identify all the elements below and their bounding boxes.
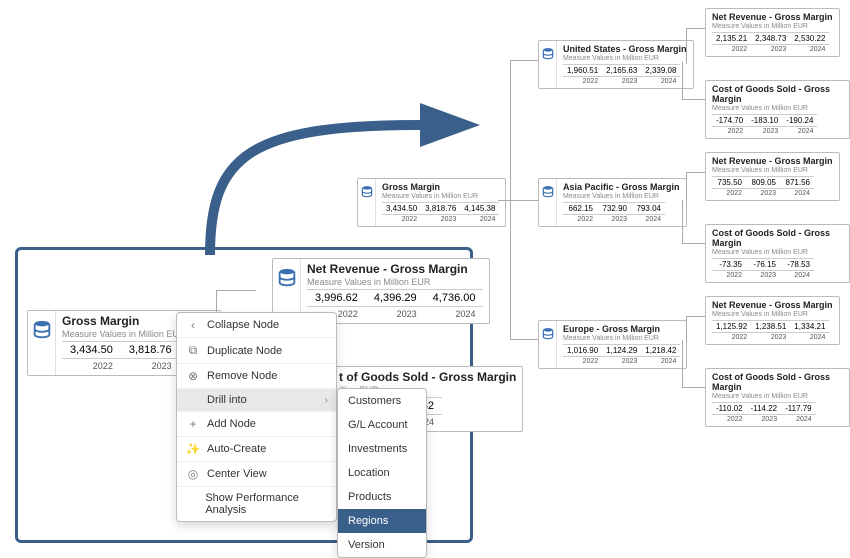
node-subtitle: Measure Values in Million EUR [307, 277, 483, 287]
drill-version[interactable]: Version [338, 533, 426, 557]
node-gross-margin-small[interactable]: Gross Margin Measure Values in Million E… [357, 178, 506, 227]
database-icon [358, 179, 376, 226]
database-icon [539, 321, 557, 368]
node-europe[interactable]: Europe - Gross Margin Measure Values in … [538, 320, 687, 369]
context-menu: ‹Collapse Node ⧉Duplicate Node ⊗Remove N… [176, 312, 337, 522]
drill-customers[interactable]: Customers [338, 389, 426, 413]
menu-center-view[interactable]: ◎Center View [177, 462, 336, 487]
chevron-left-icon: ‹ [185, 318, 201, 332]
menu-auto-create[interactable]: ✨Auto-Create [177, 437, 336, 462]
center-icon: ◎ [185, 467, 201, 481]
connector [510, 200, 538, 340]
remove-icon: ⊗ [185, 369, 201, 383]
chevron-right-icon: › [325, 395, 328, 406]
drill-location[interactable]: Location [338, 461, 426, 485]
menu-duplicate-node[interactable]: ⧉Duplicate Node [177, 338, 336, 364]
database-icon [539, 179, 557, 226]
node-us[interactable]: United States - Gross Margin Measure Val… [538, 40, 694, 89]
node-asia-cogs[interactable]: Cost of Goods Sold - Gross Margin Measur… [705, 224, 850, 283]
menu-drill-into[interactable]: Drill into› [177, 389, 336, 412]
connector [686, 172, 705, 202]
node-title: Net Revenue - Gross Margin [307, 262, 483, 276]
connector [686, 316, 705, 342]
drill-investments[interactable]: Investments [338, 437, 426, 461]
drill-gl-account[interactable]: G/L Account [338, 413, 426, 437]
node-us-nr[interactable]: Net Revenue - Gross Margin Measure Value… [705, 8, 840, 57]
database-icon [539, 41, 557, 88]
plus-icon: + [185, 417, 201, 431]
wand-icon: ✨ [185, 442, 201, 456]
node-asia[interactable]: Asia Pacific - Gross Margin Measure Valu… [538, 178, 687, 227]
menu-remove-node[interactable]: ⊗Remove Node [177, 364, 336, 389]
connector [510, 60, 538, 200]
node-title: t of Goods Sold - Gross Margin [339, 370, 516, 384]
node-eu-cogs[interactable]: Cost of Goods Sold - Gross Margin Measur… [705, 368, 850, 427]
drill-products[interactable]: Products [338, 485, 426, 509]
node-eu-nr[interactable]: Net Revenue - Gross Margin Measure Value… [705, 296, 840, 345]
node-asia-nr[interactable]: Net Revenue - Gross Margin Measure Value… [705, 152, 840, 201]
menu-add-node[interactable]: +Add Node [177, 412, 336, 437]
database-icon [28, 311, 56, 375]
connector [682, 340, 705, 388]
duplicate-icon: ⧉ [185, 343, 201, 358]
drill-regions[interactable]: Regions [338, 509, 426, 533]
connector [682, 62, 705, 100]
connector [686, 28, 705, 64]
connector [682, 200, 705, 244]
menu-collapse-node[interactable]: ‹Collapse Node [177, 313, 336, 338]
node-us-cogs[interactable]: Cost of Goods Sold - Gross Margin Measur… [705, 80, 850, 139]
drill-submenu: Customers G/L Account Investments Locati… [337, 388, 427, 558]
menu-performance[interactable]: Show Performance Analysis [177, 487, 336, 521]
